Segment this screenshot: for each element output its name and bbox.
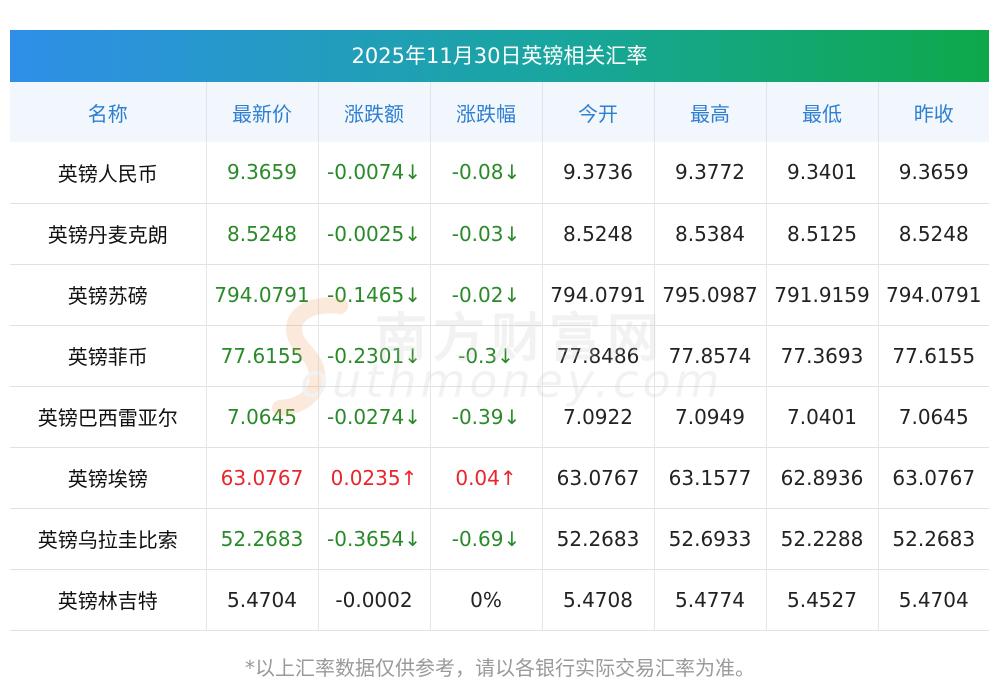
cell-low: 5.4527 (766, 569, 879, 630)
cell-open: 794.0791 (542, 264, 655, 325)
cell-change: -0.0002 (318, 569, 431, 630)
cell-open: 8.5248 (542, 203, 655, 264)
cell-prev-close: 794.0791 (886, 282, 982, 307)
column-header-latest: 最新价 (206, 82, 319, 142)
cell-latest: 63.0767 (206, 447, 319, 508)
cell-prev-close: 8.5248 (898, 221, 969, 246)
table-row: 英镑人民币 9.3659 -0.0074↓ -0.08↓ 9.3736 9.3772 9.3… (10, 142, 989, 203)
cell-change: -0.2301↓ (318, 325, 431, 386)
cell-name: 英镑林吉特 (10, 569, 207, 630)
cell-low: 62.8936 (766, 447, 879, 508)
cell-low: 9.3401 (766, 142, 879, 203)
cell-low: 7.0401 (766, 386, 879, 447)
cell-name: 英镑人民币 (10, 142, 207, 203)
table-row: 英镑菲币 77.6155 -0.2301↓ -0.3↓ 77.8486 77.8574 77… (10, 325, 989, 386)
cell-high: 77.8574 (654, 325, 767, 386)
cell-latest: 5.4704 (206, 569, 319, 630)
cell-high: 7.0949 (654, 386, 767, 447)
column-header-high: 最高 (654, 82, 767, 142)
cell-change-pct: -0.3↓ (430, 325, 543, 386)
cell-name: 英镑丹麦克朗 (10, 203, 207, 264)
cell-high: 63.1577 (654, 447, 767, 508)
cell-prev-close: 52.2683 (892, 526, 976, 551)
cell-latest: 9.3659 (206, 142, 319, 203)
cell-name: 英镑菲币 (10, 325, 207, 386)
table-row: 英镑巴西雷亚尔 7.0645 -0.0274↓ -0.39↓ 7.0922 7.0949 7… (10, 386, 989, 447)
table-title: 2025年11月30日英镑相关汇率 (10, 30, 989, 82)
cell-latest: 8.5248 (206, 203, 319, 264)
cell-change-pct: -0.39↓ (430, 386, 543, 447)
cell-low: 52.2288 (766, 508, 879, 569)
cell-prev-close: 77.6155 (892, 343, 976, 368)
cell-open: 77.8486 (542, 325, 655, 386)
cell-latest: 7.0645 (206, 386, 319, 447)
table-row: 英镑林吉特 5.4704 -0.0002 0% 5.4708 5.4774 5.4527 5.… (10, 569, 989, 630)
column-header-change: 涨跌额 (318, 82, 431, 142)
cell-change: -0.0025↓ (318, 203, 431, 264)
cell-change-pct: -0.02↓ (430, 264, 543, 325)
cell-open: 5.4708 (542, 569, 655, 630)
cell-change-pct: -0.08↓ (430, 142, 543, 203)
cell-high: 8.5384 (654, 203, 767, 264)
column-header-name: 名称 (10, 82, 207, 142)
cell-low: 791.9159 (766, 264, 879, 325)
cell-latest: 52.2683 (206, 508, 319, 569)
cell-name: 英镑苏磅 (10, 264, 207, 325)
cell-high: 795.0987 (654, 264, 767, 325)
cell-change: -0.3654↓ (318, 508, 431, 569)
column-header-open: 今开 (542, 82, 655, 142)
table-row: 英镑丹麦克朗 8.5248 -0.0025↓ -0.03↓ 8.5248 8.5384 8.… (10, 203, 989, 264)
cell-name: 英镑巴西雷亚尔 (10, 386, 207, 447)
cell-high: 52.6933 (654, 508, 767, 569)
cell-prev-close: 5.4704 (898, 587, 969, 612)
cell-change: -0.1465↓ (318, 264, 431, 325)
cell-name: 英镑乌拉圭比索 (10, 508, 207, 569)
cell-latest: 77.6155 (206, 325, 319, 386)
cell-high: 9.3772 (654, 142, 767, 203)
column-header-prev-close: 昨收 (913, 101, 954, 126)
cell-latest: 794.0791 (206, 264, 319, 325)
cell-change: -0.0074↓ (318, 142, 431, 203)
cell-low: 77.3693 (766, 325, 879, 386)
cell-open: 52.2683 (542, 508, 655, 569)
cell-prev-close: 7.0645 (898, 404, 969, 429)
cell-high: 5.4774 (654, 569, 767, 630)
table-row: 英镑埃镑 63.0767 0.0235↑ 0.04↑ 63.0767 63.1577 62.… (10, 447, 989, 508)
cell-prev-close: 63.0767 (892, 465, 976, 490)
cell-change-pct: 0% (430, 569, 543, 630)
table-header-row: 名称 最新价 涨跌额 涨跌幅 今开 最高 最低 昨收 (10, 82, 989, 142)
cell-change-pct: -0.03↓ (430, 203, 543, 264)
cell-open: 7.0922 (542, 386, 655, 447)
cell-open: 63.0767 (542, 447, 655, 508)
rates-table: 名称 最新价 涨跌额 涨跌幅 今开 最高 最低 昨收 英镑人民币 9.3659 -0… (10, 82, 989, 631)
rates-panel: 2025年11月30日英镑相关汇率 名称 最新价 涨跌额 涨跌幅 今开 最高 最… (10, 30, 989, 631)
cell-prev-close: 9.3659 (898, 160, 969, 185)
column-header-change-pct: 涨跌幅 (430, 82, 543, 142)
cell-change: -0.0274↓ (318, 386, 431, 447)
column-header-low: 最低 (766, 82, 879, 142)
cell-change: 0.0235↑ (318, 447, 431, 508)
cell-change-pct: -0.69↓ (430, 508, 543, 569)
cell-change-pct: 0.04↑ (430, 447, 543, 508)
cell-low: 8.5125 (766, 203, 879, 264)
cell-name: 英镑埃镑 (10, 447, 207, 508)
disclaimer-note: *以上汇率数据仅供参考，请以各银行实际交易汇率为准。 (245, 656, 755, 680)
table-row: 英镑苏磅 794.0791 -0.1465↓ -0.02↓ 794.0791 795.09… (10, 264, 989, 325)
table-row: 英镑乌拉圭比索 52.2683 -0.3654↓ -0.69↓ 52.2683 52.69… (10, 508, 989, 569)
cell-open: 9.3736 (542, 142, 655, 203)
